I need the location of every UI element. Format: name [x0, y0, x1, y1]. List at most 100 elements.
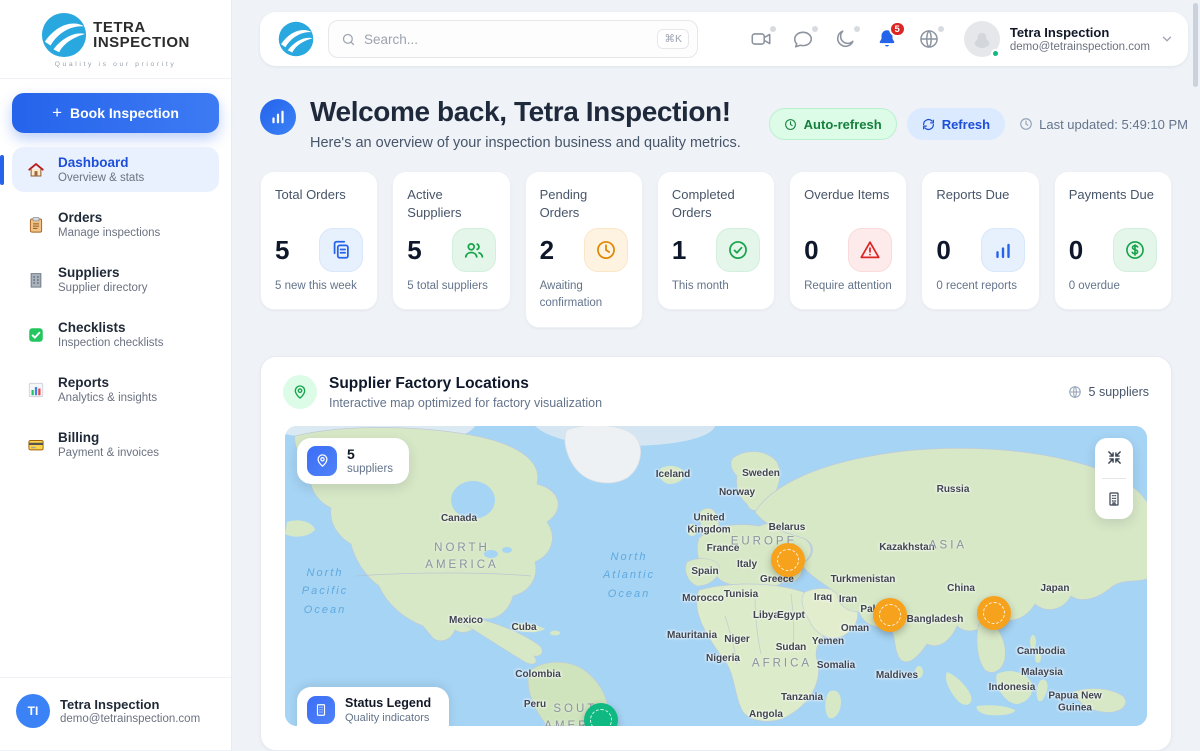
scrollbar[interactable] [1193, 3, 1198, 87]
user-email: demo@tetrainspection.com [60, 713, 200, 725]
sidebar-nav: DashboardOverview & stats OrdersManage in… [0, 139, 231, 475]
shrink-icon [1106, 449, 1123, 466]
search-shortcut: ⌘K [657, 29, 689, 49]
stat-value: 0 [804, 235, 818, 266]
page-title: Welcome back, Tetra Inspection! [310, 96, 741, 128]
stat-card-payments-due[interactable]: Payments Due 0 0 overdue [1054, 171, 1172, 310]
bell-icon[interactable]: 5 [876, 28, 898, 50]
map-pin-icon [307, 446, 337, 476]
world-map[interactable]: IcelandSwedenNorwayRussiaCanadaUnitedKin… [285, 426, 1147, 726]
bar-chart-icon [260, 99, 296, 135]
legend-subtitle: Quality indicators [345, 712, 431, 724]
copy-icon [319, 228, 363, 272]
sidebar-user[interactable]: TI Tetra Inspection demo@tetrainspection… [0, 677, 231, 750]
suppliers-count: 5 suppliers [1068, 385, 1149, 399]
stat-card-overdue-items[interactable]: Overdue Items 0 Require attention [789, 171, 907, 310]
world-map-canvas [285, 426, 1147, 726]
sidebar-item-dashboard[interactable]: DashboardOverview & stats [12, 147, 219, 192]
overlay-supplier-label: suppliers [347, 463, 393, 475]
building-icon [307, 696, 335, 724]
refresh-button[interactable]: Refresh [907, 108, 1005, 140]
topbar-icons: 5 [750, 28, 940, 50]
stats-row: Total Orders55 new this weekActive Suppl… [260, 171, 1172, 328]
moon-icon[interactable] [834, 28, 856, 50]
stat-sublabel: 5 total suppliers [407, 278, 495, 295]
stat-sublabel: 5 new this week [275, 278, 363, 295]
sidebar-item-suppliers[interactable]: SuppliersSupplier directory [12, 257, 219, 302]
tetra-logo-icon [41, 12, 87, 58]
notification-badge: 5 [889, 21, 906, 37]
search-box[interactable]: ⌘K [328, 20, 698, 58]
stat-value: 2 [540, 235, 554, 266]
clock-icon [584, 228, 628, 272]
sidebar-item-sublabel: Analytics & insights [58, 392, 157, 404]
supplier-marker-warning[interactable] [977, 596, 1011, 630]
status-legend[interactable]: Status Legend Quality indicators [297, 687, 449, 726]
supplier-marker-warning[interactable] [771, 543, 805, 577]
main-content: ⌘K 5 Tetra Inspection demo@tetrainspecti… [232, 0, 1200, 750]
people-icon [452, 228, 496, 272]
clipboard-icon [26, 215, 46, 235]
sidebar-item-sublabel: Payment & invoices [58, 447, 159, 459]
sidebar-item-orders[interactable]: OrdersManage inspections [12, 202, 219, 247]
stat-value: 0 [936, 235, 950, 266]
video-icon[interactable] [750, 28, 772, 50]
checklist-icon [26, 325, 46, 345]
logo-text: TETRA INSPECTION [93, 20, 190, 51]
stat-label: Active Suppliers [407, 186, 495, 222]
fit-bounds-button[interactable] [1095, 438, 1133, 478]
book-inspection-button[interactable]: + Book Inspection [12, 93, 219, 133]
stat-label: Pending Orders [540, 186, 628, 222]
sidebar-item-reports[interactable]: ReportsAnalytics & insights [12, 367, 219, 412]
stat-sublabel: 0 overdue [1069, 278, 1157, 295]
auto-refresh-button[interactable]: Auto-refresh [769, 108, 897, 140]
page-subtitle: Here's an overview of your inspection bu… [310, 135, 741, 151]
factory-view-button[interactable] [1095, 479, 1133, 519]
home-icon [26, 160, 46, 180]
clock-icon [784, 118, 797, 131]
account-menu[interactable]: Tetra Inspection demo@tetrainspection.co… [964, 21, 1174, 57]
sidebar-item-sublabel: Supplier directory [58, 282, 147, 294]
sidebar: TETRA INSPECTION Quality is our priority… [0, 0, 232, 750]
stat-value: 0 [1069, 235, 1083, 266]
stat-sublabel: Awaiting confirmation [540, 278, 628, 313]
tetra-logo-icon [278, 21, 314, 57]
sidebar-item-checklists[interactable]: ChecklistsInspection checklists [12, 312, 219, 357]
supplier-marker-warning[interactable] [873, 598, 907, 632]
welcome-header: Welcome back, Tetra Inspection! Here's a… [260, 96, 1188, 151]
stat-card-completed-orders[interactable]: Completed Orders1This month [657, 171, 775, 310]
stat-card-active-suppliers[interactable]: Active Suppliers 5 5 total suppliers [392, 171, 510, 310]
map-pin-icon [283, 375, 317, 409]
refresh-icon [922, 118, 935, 131]
stat-label: Completed Orders [672, 186, 760, 222]
map-section-subtitle: Interactive map optimized for factory vi… [329, 396, 602, 410]
dollar-icon [1113, 228, 1157, 272]
status-dot [854, 26, 860, 32]
stat-sublabel: Require attention [804, 278, 892, 295]
stat-label: Total Orders [275, 186, 363, 222]
sidebar-item-billing[interactable]: Billing Payment & invoices [12, 422, 219, 467]
bars-icon [981, 228, 1025, 272]
map-controls [1095, 438, 1133, 519]
stat-card-reports-due[interactable]: Reports Due00 recent reports [921, 171, 1039, 310]
search-icon [341, 32, 356, 47]
stat-label: Overdue Items [804, 186, 892, 222]
sidebar-item-label: Checklists [58, 320, 163, 335]
avatar: TI [16, 694, 50, 728]
globe-icon[interactable] [918, 28, 940, 50]
stat-value: 1 [672, 235, 686, 266]
last-updated: Last updated: 5:49:10 PM [1019, 117, 1188, 132]
sidebar-item-label: Billing [58, 430, 159, 445]
stat-card-total-orders[interactable]: Total Orders55 new this week [260, 171, 378, 310]
search-input[interactable] [364, 32, 649, 47]
stat-label: Payments Due [1069, 186, 1157, 222]
card-icon [26, 435, 46, 455]
chart-icon [26, 380, 46, 400]
map-suppliers-overlay[interactable]: 5 suppliers [297, 438, 409, 484]
map-section-title: Supplier Factory Locations [329, 375, 602, 393]
account-email: demo@tetrainspection.com [1010, 41, 1150, 53]
globe-icon [1068, 385, 1082, 399]
stat-value: 5 [407, 235, 421, 266]
stat-card-pending-orders[interactable]: Pending Orders 2 Awaiting confirmation [525, 171, 643, 328]
chat-icon[interactable] [792, 28, 814, 50]
